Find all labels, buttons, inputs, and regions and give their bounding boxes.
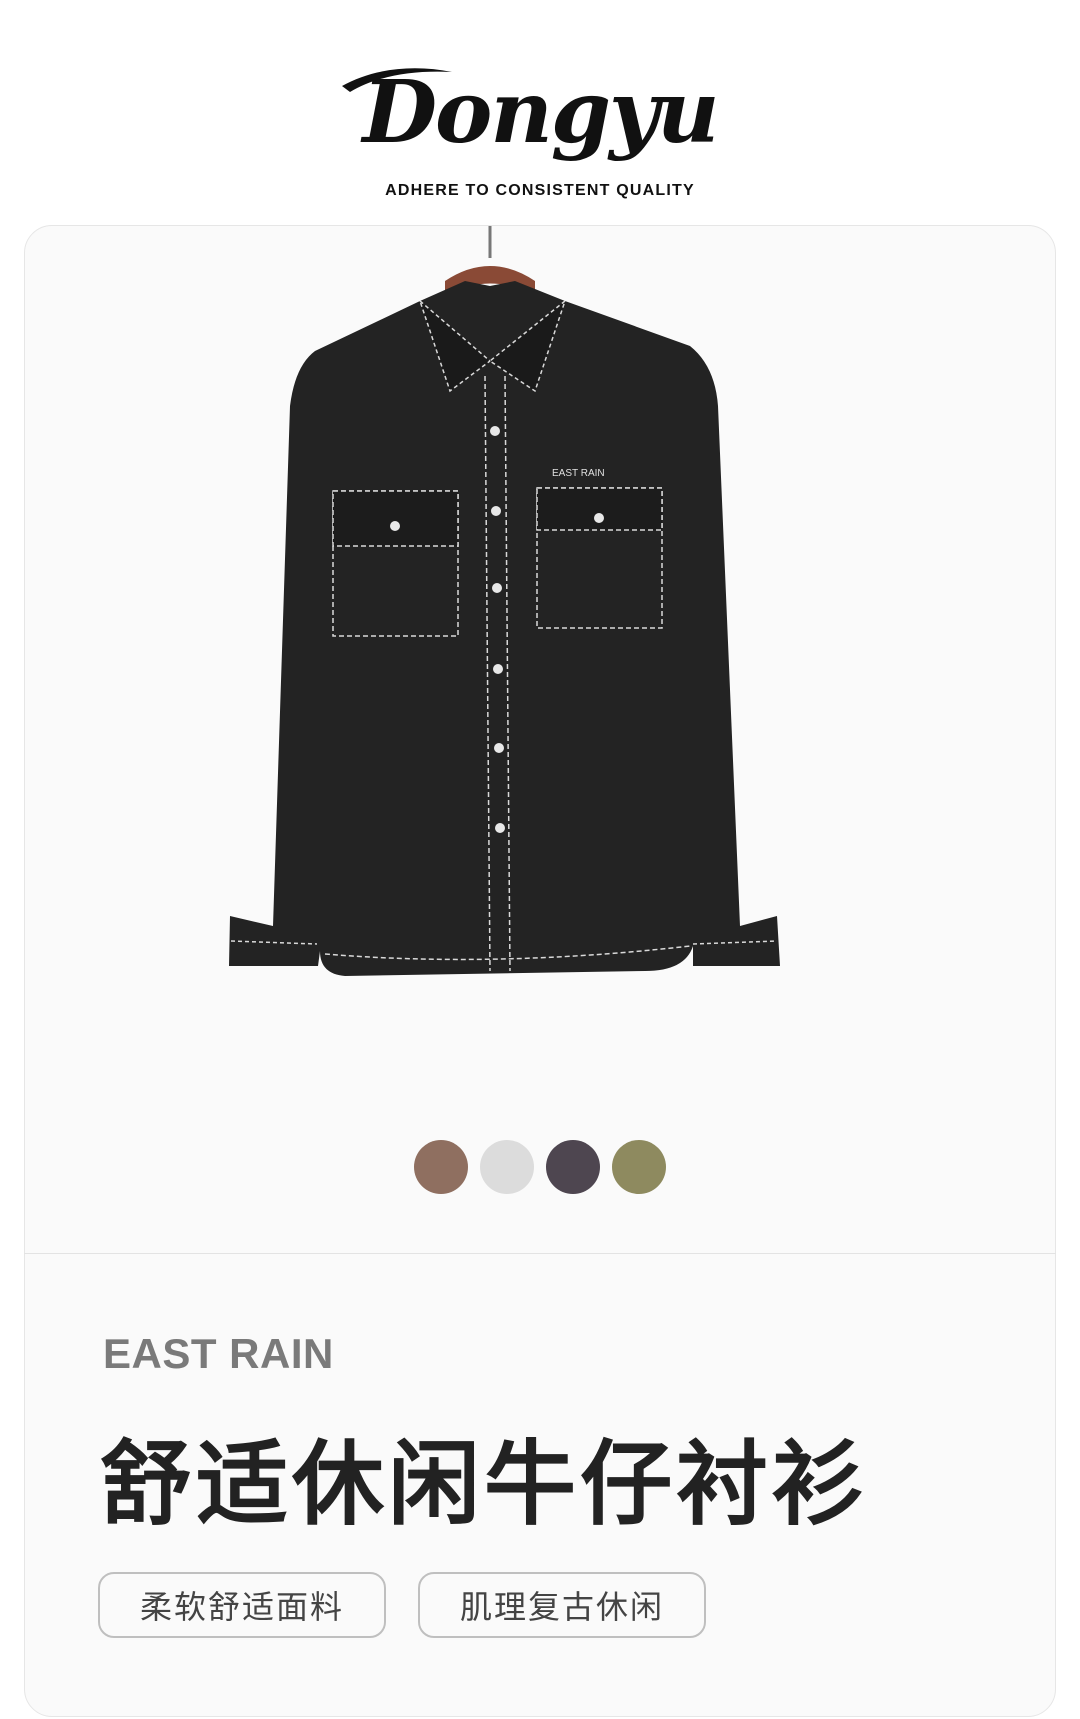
- product-hero-image: EAST RAIN: [25, 226, 1055, 1251]
- right-pocket-button: [594, 513, 604, 523]
- swatch-charcoal[interactable]: [546, 1140, 600, 1194]
- embroidery-label: EAST RAIN: [552, 468, 605, 479]
- feature-tag: 柔软舒适面料: [98, 1572, 386, 1638]
- left-pocket-flap: [332, 490, 459, 547]
- left-pocket-button: [390, 521, 400, 531]
- swatch-light-gray[interactable]: [480, 1140, 534, 1194]
- shirt-button: [493, 664, 503, 674]
- shirt-button: [492, 583, 502, 593]
- brand-logo: Dongyu: [342, 68, 720, 156]
- feature-tag: 肌理复古休闲: [418, 1572, 706, 1638]
- feature-tags: 柔软舒适面料 肌理复古休闲: [98, 1572, 706, 1638]
- right-pocket-flap: [536, 487, 663, 531]
- color-swatches: [0, 1140, 1080, 1194]
- swatch-brown[interactable]: [414, 1140, 468, 1194]
- brand-header: Dongyu ADHERE TO CONSISTENT QUALITY: [0, 68, 1080, 200]
- brand-tagline: ADHERE TO CONSISTENT QUALITY: [385, 182, 695, 199]
- section-divider: [24, 1253, 1056, 1254]
- shirt-button: [495, 823, 505, 833]
- shirt-button: [491, 506, 501, 516]
- logo-swoosh-icon: [342, 68, 453, 92]
- shirt-illustration: EAST RAIN: [229, 226, 780, 976]
- swatch-olive[interactable]: [612, 1140, 666, 1194]
- shirt-button: [490, 426, 500, 436]
- product-brand: EAST RAIN: [103, 1330, 334, 1377]
- product-title: 舒适休闲牛仔衬衫: [100, 1431, 869, 1538]
- shirt-button: [494, 743, 504, 753]
